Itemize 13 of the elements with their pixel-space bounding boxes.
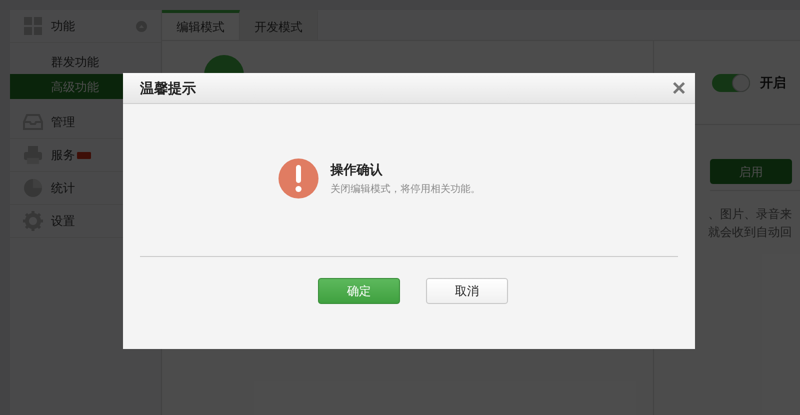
cancel-button[interactable]: 取消: [426, 278, 508, 304]
dialog-message: 关闭编辑模式，将停用相关功能。: [330, 182, 482, 198]
dialog-heading: 操作确认: [330, 160, 384, 179]
section-label: 统计: [51, 180, 75, 197]
section-label: 功能: [51, 18, 75, 35]
close-icon[interactable]: [673, 82, 685, 94]
section-label: 服务: [51, 147, 75, 164]
section-label: 设置: [51, 213, 75, 230]
dialog-title: 温馨提示: [140, 78, 196, 98]
section-label: 管理: [51, 114, 75, 131]
confirm-button[interactable]: 确定: [318, 278, 400, 304]
toggle-label: 开启: [760, 74, 786, 92]
warning-icon: [278, 158, 318, 199]
